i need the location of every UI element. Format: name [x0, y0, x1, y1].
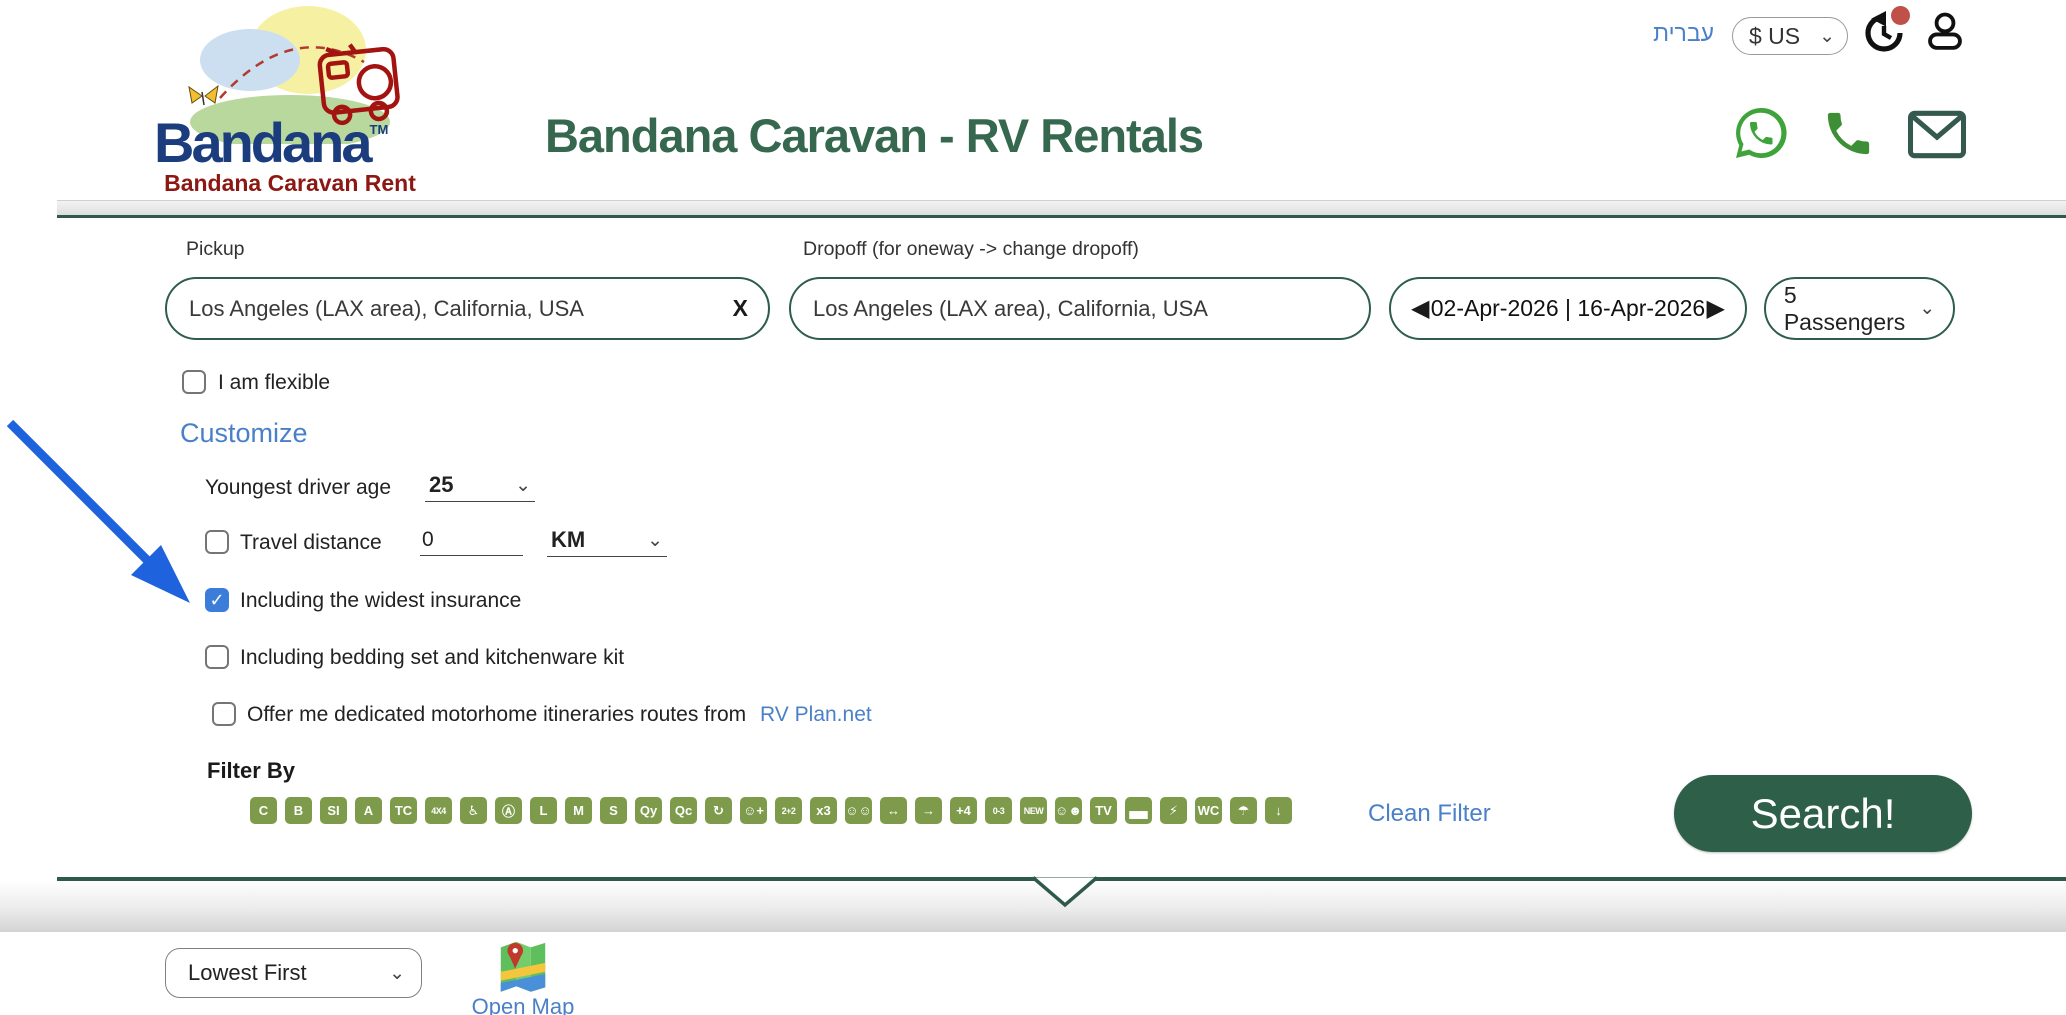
passengers-value: 5 Passengers	[1784, 282, 1905, 336]
recent-history-button[interactable]	[1860, 8, 1908, 58]
phone-icon	[1821, 106, 1876, 161]
date-range-value: 02-Apr-2026 | 16-Apr-2026	[1431, 295, 1705, 322]
extra-adult-filter-icon[interactable]: ☺+	[740, 797, 767, 824]
pickup-label: Pickup	[186, 238, 245, 261]
oneway-van-filter-icon[interactable]: →	[915, 797, 942, 824]
currency-value: $ US	[1749, 23, 1800, 50]
chevron-down-icon: ⌄	[1819, 27, 1835, 46]
plus4-van-filter-icon[interactable]: +4	[950, 797, 977, 824]
distance-unit-value: KM	[551, 527, 585, 553]
4x4-filter-icon[interactable]: 4X4	[425, 797, 452, 824]
tv-filter-icon[interactable]: TV	[1090, 797, 1117, 824]
logo-wordmark: BandanaTM	[154, 115, 388, 171]
flexible-checkbox[interactable]	[182, 370, 206, 394]
itineraries-label: Offer me dedicated motorhome itineraries…	[247, 703, 872, 727]
search-button[interactable]: Search!	[1674, 775, 1972, 852]
brand-logo[interactable]: BandanaTM Bandana Caravan Rent	[140, 4, 440, 197]
pickup-input[interactable]	[187, 295, 723, 323]
passengers-select[interactable]: 5 Passengers ⌄	[1764, 277, 1955, 340]
previous-dates-arrow-icon[interactable]: ◀	[1411, 297, 1429, 321]
clear-pickup-button[interactable]: X	[723, 295, 748, 322]
chevron-down-icon: ⌄	[389, 964, 405, 983]
envelope-icon	[1905, 108, 1969, 161]
bedding-label: Including bedding set and kitchenware ki…	[240, 646, 624, 670]
date-range-field[interactable]: ◀ 02-Apr-2026 | 16-Apr-2026 ▶	[1389, 277, 1747, 340]
driver-age-label: Youngest driver age	[205, 476, 391, 500]
class-tc-filter-icon[interactable]: TC	[390, 797, 417, 824]
itineraries-checkbox[interactable]	[212, 702, 236, 726]
page: BandanaTM Bandana Caravan Rent Bandana C…	[0, 0, 2066, 1015]
itineraries-label-text: Offer me dedicated motorhome itineraries…	[247, 703, 746, 726]
customize-link[interactable]: Customize	[180, 418, 308, 449]
travel-distance-checkbox[interactable]	[205, 530, 229, 554]
divider-notch-icon	[1005, 876, 1125, 910]
large-rv-filter-icon[interactable]: L	[530, 797, 557, 824]
travel-distance-input[interactable]	[420, 528, 523, 556]
van-arrival-filter-icon[interactable]: ↓	[1265, 797, 1292, 824]
search-button-label: Search!	[1751, 790, 1896, 838]
chevron-down-icon: ⌄	[515, 476, 531, 495]
sort-value: Lowest First	[188, 960, 307, 986]
driver-age-select[interactable]: 25 ⌄	[425, 472, 535, 502]
family-filter-icon[interactable]: ☺☻	[1055, 797, 1082, 824]
whatsapp-button[interactable]	[1731, 102, 1791, 164]
clean-filter-link[interactable]: Clean Filter	[1368, 800, 1491, 828]
insurance-checkbox[interactable]	[205, 588, 229, 612]
filter-icons: CB SI A TC 4X4 ♿ Ⓐ LMS Qy Qc ↻ ☺+ 2+2 x3 ☺☺ ↔ → +4 0-3 NEW ☺…	[250, 797, 1292, 824]
phone-button[interactable]	[1821, 106, 1876, 161]
new-van-filter-icon[interactable]: NEW	[1020, 797, 1047, 824]
email-button[interactable]	[1905, 108, 1969, 160]
distance-unit-select[interactable]: KM ⌄	[547, 527, 667, 557]
chevron-down-icon: ⌄	[1919, 299, 1935, 318]
qc-badge-filter-icon[interactable]: Qc	[670, 797, 697, 824]
flexible-label: I am flexible	[218, 371, 330, 395]
bedding-checkbox[interactable]	[205, 645, 229, 669]
currency-select[interactable]: $ US ⌄	[1732, 17, 1848, 55]
travel-distance-label: Travel distance	[240, 531, 382, 555]
class-a-filter-icon[interactable]: A	[355, 797, 382, 824]
ages-0-3-van-filter-icon[interactable]: 0-3	[985, 797, 1012, 824]
medium-rv-filter-icon[interactable]: M	[565, 797, 592, 824]
whatsapp-icon	[1731, 102, 1791, 164]
small-rv-filter-icon[interactable]: S	[600, 797, 627, 824]
qy-badge-filter-icon[interactable]: Qy	[635, 797, 662, 824]
dropoff-input[interactable]	[811, 295, 1349, 323]
trademark-symbol: TM	[370, 122, 389, 137]
page-title: Bandana Caravan - RV Rentals	[432, 108, 1316, 163]
chevron-down-icon: ⌄	[647, 531, 663, 550]
notification-dot	[1891, 6, 1910, 25]
map-icon	[495, 934, 551, 994]
pickup-field[interactable]: X	[165, 277, 770, 340]
dropoff-field[interactable]	[789, 277, 1371, 340]
filter-by-label: Filter By	[207, 758, 295, 784]
wheelchair-filter-icon[interactable]: ♿	[460, 797, 487, 824]
rv-plan-link[interactable]: RV Plan.net	[760, 703, 872, 726]
dropoff-label: Dropoff (for oneway -> change dropoff)	[803, 238, 1139, 261]
next-dates-arrow-icon[interactable]: ▶	[1707, 297, 1725, 321]
class-b-filter-icon[interactable]: B	[285, 797, 312, 824]
bed-filter-icon[interactable]: ▄▄	[1125, 797, 1152, 824]
insurance-label: Including the widest insurance	[240, 589, 521, 613]
driver-age-value: 25	[429, 472, 453, 498]
header-divider-band	[57, 200, 2066, 218]
roundtrip-filter-icon[interactable]: ↻	[705, 797, 732, 824]
wc-filter-icon[interactable]: WC	[1195, 797, 1222, 824]
width-filter-icon[interactable]: ↔	[880, 797, 907, 824]
open-map-button[interactable]	[495, 934, 551, 992]
class-c-filter-icon[interactable]: C	[250, 797, 277, 824]
shower-filter-icon[interactable]: ☂	[1230, 797, 1257, 824]
open-map-label[interactable]: Open Map	[468, 994, 578, 1015]
automatic-filter-icon[interactable]: Ⓐ	[495, 797, 522, 824]
class-si-filter-icon[interactable]: SI	[320, 797, 347, 824]
seats-2plus2-filter-icon[interactable]: 2+2	[775, 797, 802, 824]
sleeps-x3-filter-icon[interactable]: x3	[810, 797, 837, 824]
passengers-plus-filter-icon[interactable]: ☺☺	[845, 797, 872, 824]
language-link-hebrew[interactable]: עברית	[1653, 20, 1714, 47]
sort-select[interactable]: Lowest First ⌄	[165, 948, 422, 998]
logo-caption: Bandana Caravan Rent	[140, 170, 440, 197]
power-filter-icon[interactable]: ⚡	[1160, 797, 1187, 824]
user-icon	[1922, 6, 1968, 56]
account-button[interactable]	[1922, 6, 1968, 58]
